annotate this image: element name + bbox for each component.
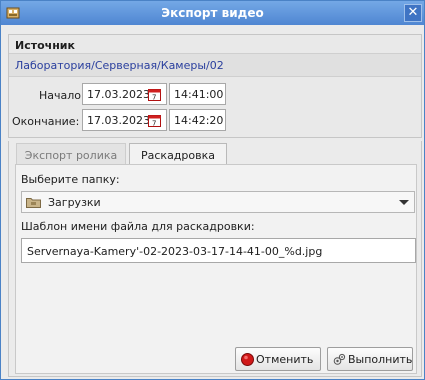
record-stop-icon [241, 353, 254, 366]
start-label: Начало: [39, 89, 85, 102]
tab-storyboard[interactable]: Раскадровка [129, 143, 227, 165]
folder-icon [26, 198, 41, 208]
calendar-icon[interactable]: 7 [148, 114, 161, 127]
cancel-label: Отменить [256, 353, 314, 366]
start-time-field[interactable]: 14:41:00 [169, 83, 226, 105]
start-time-value: 14:41:00 [174, 88, 224, 101]
end-label: Окончание: [12, 115, 80, 128]
folder-select[interactable]: Загрузки [21, 191, 415, 213]
source-path: Лаборатория/Серверная/Камеры/02 [9, 53, 421, 77]
folder-label: Выберите папку: [21, 173, 120, 186]
folder-value: Загрузки [48, 196, 101, 209]
gears-icon [333, 353, 346, 365]
title-bar: Экспорт видео ✕ [1, 1, 424, 25]
source-panel: Источник Лаборатория/Серверная/Камеры/02… [8, 34, 422, 138]
template-label: Шаблон имени файла для раскадровки: [21, 220, 255, 233]
window-title: Экспорт видео [161, 6, 264, 20]
calendar-icon[interactable]: 7 [148, 88, 161, 101]
tab-export-clip[interactable]: Экспорт ролика [16, 143, 126, 165]
start-date-field[interactable]: 17.03.2023 7 [82, 83, 167, 105]
cancel-button[interactable]: Отменить [235, 347, 321, 371]
close-button[interactable]: ✕ [404, 4, 422, 22]
svg-text:7: 7 [152, 120, 156, 128]
close-icon: ✕ [407, 5, 419, 20]
chevron-down-icon [399, 200, 409, 205]
run-label: Выполнить [348, 353, 413, 366]
end-time-field[interactable]: 14:42:20 [169, 109, 226, 131]
source-heading: Источник [15, 39, 75, 52]
run-button[interactable]: Выполнить [327, 347, 413, 371]
svg-text:7: 7 [152, 94, 156, 102]
start-date-value: 17.03.2023 [87, 88, 150, 101]
filename-template-input[interactable]: Servernaya-Kamery'-02-2023-03-17-14-41-0… [21, 238, 416, 263]
export-video-dialog: Экспорт видео ✕ Источник Лаборатория/Сер… [0, 0, 425, 380]
end-date-field[interactable]: 17.03.2023 7 [82, 109, 167, 131]
end-date-value: 17.03.2023 [87, 114, 150, 127]
end-time-value: 14:42:20 [174, 114, 224, 127]
